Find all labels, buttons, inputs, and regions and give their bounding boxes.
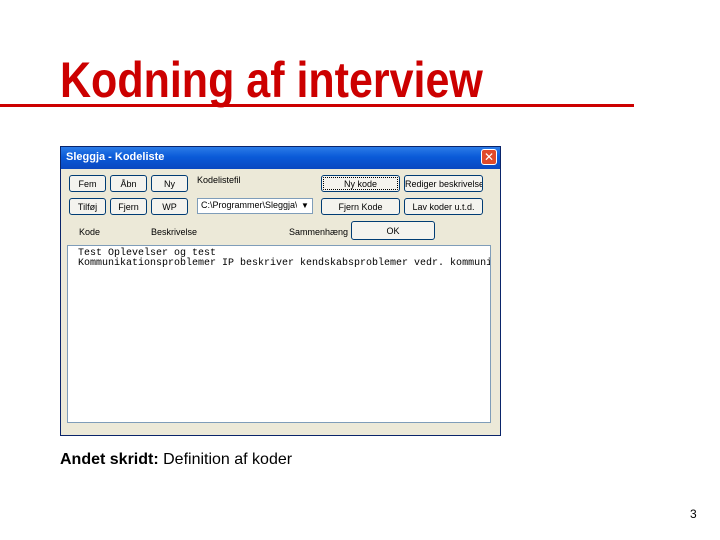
fem-button[interactable]: Fem	[69, 175, 106, 192]
kode-column-label: Kode	[79, 227, 101, 237]
ny-button[interactable]: Ny	[151, 175, 188, 192]
page-number: 3	[690, 507, 697, 521]
aabn-button[interactable]: Åbn	[110, 175, 147, 192]
wp-button[interactable]: WP	[151, 198, 188, 215]
ok-button[interactable]: OK	[351, 221, 435, 240]
slide-caption: Andet skridt: Definition af koder	[60, 451, 292, 469]
caption-step: Andet skridt:	[60, 451, 159, 468]
sammenhaeng-column-label: Sammenhæng	[289, 227, 349, 237]
tilfoej-button[interactable]: Tilføj	[69, 198, 106, 215]
slide-title: Kodning af interview	[60, 52, 483, 108]
list-item[interactable]: Kommunikationsproblemer IP beskriver ken…	[78, 258, 490, 269]
lav-koder-button[interactable]: Lav koder u.t.d.	[404, 198, 483, 215]
kode-list[interactable]: Test Oplevelser og test Kommunikationspr…	[67, 245, 491, 423]
fjern-kode-button[interactable]: Fjern Kode	[321, 198, 400, 215]
beskrivelse-column-label: Beskrivelse	[151, 227, 198, 237]
rediger-beskrivelse-button[interactable]: Rediger beskrivelse	[404, 175, 483, 192]
title-underline	[0, 104, 634, 107]
chevron-down-icon[interactable]: ▼	[299, 200, 311, 212]
close-icon[interactable]: ✕	[481, 149, 497, 165]
kodelistefil-select[interactable]: C:\Programmer\Sleggja\CB ▼	[197, 198, 313, 214]
window-titlebar[interactable]: Sleggja - Kodeliste ✕	[61, 147, 500, 169]
ny-kode-button[interactable]: Ny kode	[321, 175, 400, 192]
kodeliste-window: Sleggja - Kodeliste ✕ Fem Åbn Ny Kodelis…	[60, 146, 501, 436]
window-title: Sleggja - Kodeliste	[66, 151, 165, 163]
caption-text: Definition af koder	[158, 451, 293, 468]
kodelistefil-label: Kodelistefil	[197, 175, 241, 185]
kodelistefil-value: C:\Programmer\Sleggja\CB	[201, 200, 297, 210]
fjern-button[interactable]: Fjern	[110, 198, 147, 215]
